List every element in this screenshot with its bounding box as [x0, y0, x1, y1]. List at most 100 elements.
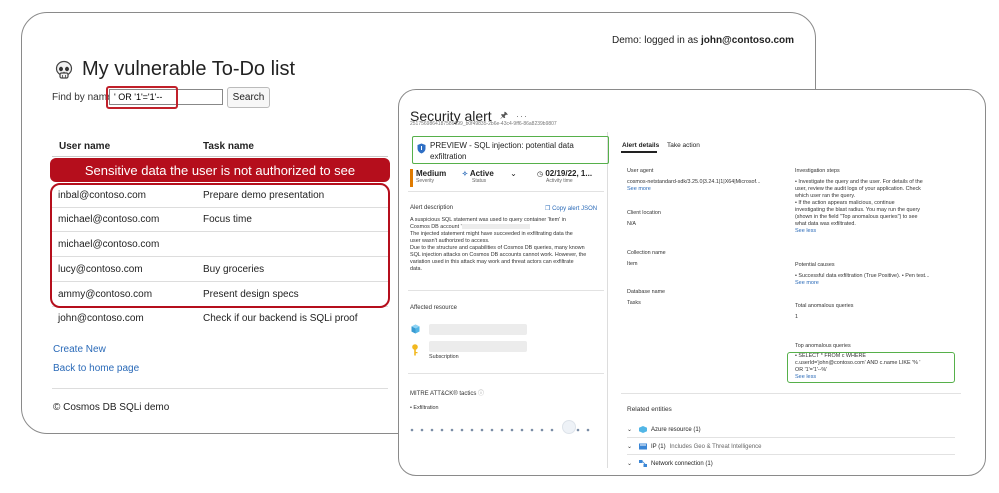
severity-value: Medium [416, 169, 447, 178]
investigation-line: • Investigate the query and the user. Fo… [795, 179, 923, 185]
alert-description-heading: Alert description [410, 205, 454, 211]
divider [627, 454, 955, 455]
user-agent-label: User agent [627, 168, 654, 174]
active-tab-indicator [621, 151, 657, 153]
activity-block: ◷ 02/19/22, 1... Activity time [537, 169, 592, 184]
description-line: SQL injection attacks on Cosmos DB accou… [410, 252, 587, 258]
column-header-user: User name [59, 141, 111, 152]
pane-divider [607, 132, 608, 468]
row-task: Check if our backend is SQLi proof [203, 313, 358, 324]
info-icon[interactable]: ⓘ [478, 391, 484, 397]
injection-highlight [106, 86, 178, 109]
chevron-down-icon: ⌄ [627, 461, 633, 467]
clock-icon: ◷ [537, 171, 544, 178]
description-line: Due to the structure and capabilities of… [410, 245, 585, 251]
alert-description: A suspicious SQL statement was used to q… [410, 217, 605, 273]
investigation-line: (shown in the field "Top anomalous queri… [795, 214, 918, 220]
description-line: Cosmos DB account ' [410, 224, 605, 231]
severity-indicator [410, 169, 413, 187]
redacted-subscription [429, 341, 527, 352]
footer-divider [52, 388, 388, 389]
redacted-account [461, 224, 530, 230]
page-title: My vulnerable To-Do list [54, 58, 295, 81]
ip-icon [639, 443, 647, 450]
more-icon[interactable]: ··· [516, 111, 528, 121]
chevron-down-icon: ⌄ [627, 427, 633, 433]
cosmos-db-icon [411, 324, 420, 334]
related-entities-heading: Related entities [627, 406, 672, 413]
activity-value: 02/19/22, 1... [545, 169, 593, 178]
find-by-name-label: Find by name [52, 92, 113, 103]
activity-label: Activity time [546, 178, 573, 184]
query-highlight [787, 352, 955, 383]
description-line: A suspicious SQL statement was used to q… [410, 217, 566, 223]
top-anomalous-label: Top anomalous queries [795, 343, 851, 349]
page-title-text: My vulnerable To-Do list [82, 58, 296, 80]
status-value: Active [469, 169, 494, 178]
status-icon: ✧ [462, 171, 468, 178]
copy-alert-json-button[interactable]: ❐ Copy alert JSON [545, 205, 597, 212]
tab-alert-details[interactable]: Alert details [622, 142, 659, 149]
investigation-line: what data was exfiltrated. [795, 221, 856, 227]
potential-causes-label: Potential causes [795, 262, 835, 268]
create-new-link[interactable]: Create New [53, 344, 106, 355]
collection-section: Collection name Item [627, 250, 666, 268]
divider [627, 437, 955, 438]
potential-causes-section: Potential causes • Successful data exfil… [795, 262, 957, 287]
header-divider [52, 156, 388, 157]
potential-causes-text: • Successful data exfiltration (True Pos… [795, 273, 930, 279]
mitre-heading-text: MITRE ATT&CK® tactics [410, 391, 477, 397]
chevron-down-icon: ⌄ [627, 444, 633, 450]
investigation-line: which user ran the query. [795, 193, 856, 199]
investigation-see-less-link[interactable]: See less [795, 228, 957, 235]
investigation-line: • If the action appears malicious, conti… [795, 200, 895, 206]
chevron-down-icon[interactable]: ⌄ [510, 169, 517, 178]
severity-block: Medium Severity [416, 169, 446, 184]
column-header-task: Task name [203, 141, 254, 152]
alert-name: PREVIEW - SQL injection: potential data … [430, 141, 574, 161]
potential-causes-see-more-link[interactable]: See more [795, 280, 957, 287]
user-agent-value: cosmos-netstandard-sdk/3.25.0|3.24.1|1|X… [627, 179, 761, 185]
security-alert-panel: Security alert 🖈 ··· 2517569864187589999… [398, 89, 986, 476]
login-prefix: Demo: logged in as [612, 35, 701, 46]
tab-take-action[interactable]: Take action [667, 142, 700, 149]
total-anomalous-label: Total anomalous queries [795, 303, 854, 309]
exfiltration-tactic-icon[interactable] [562, 420, 576, 434]
row-user: john@contoso.com [58, 313, 144, 324]
mitre-heading: MITRE ATT&CK® tactics ⓘ [410, 388, 484, 397]
alert-id: 2517569864187589999_b0f49835-2b6e-43c4-9… [410, 121, 557, 127]
description-line: user wasn't authorized to access. [410, 238, 490, 244]
investigation-line: investigating the blast radius. You may … [795, 207, 920, 213]
cube-icon [639, 426, 647, 433]
related-entity-ip[interactable]: ⌄ IP (1) Includes Geo & Threat Intellige… [627, 443, 762, 450]
user-agent-see-more-link[interactable]: See more [627, 186, 787, 193]
client-location-section: Client location N/A [627, 210, 661, 228]
status-block[interactable]: ✧ Active ⌄ Status [462, 169, 517, 184]
redacted-resource-name [429, 324, 527, 335]
status-label: Status [472, 178, 487, 184]
client-location-value: N/A [627, 221, 636, 227]
client-location-label: Client location [627, 210, 661, 216]
description-line: variation used in this attack may work a… [410, 259, 574, 265]
login-status: Demo: logged in as john@contoso.com [612, 35, 794, 46]
table-row: john@contoso.com Check if our backend is… [52, 306, 388, 330]
database-value: Tasks [627, 300, 641, 306]
total-anomalous-value: 1 [795, 314, 798, 320]
investigation-line: user, review the audit logs of your appl… [795, 186, 921, 192]
back-home-link[interactable]: Back to home page [53, 363, 139, 374]
mitre-item: • Exfiltration [410, 405, 439, 411]
severity-label: Severity [416, 178, 435, 184]
shield-icon [417, 143, 426, 154]
investigation-section: Investigation steps • Investigate the qu… [795, 168, 957, 235]
related-entity-azure-resource[interactable]: ⌄ Azure resource (1) [627, 426, 701, 433]
related-entity-network-connection[interactable]: ⌄ Network connection (1) [627, 460, 713, 467]
login-user: john@contoso.com [700, 35, 795, 46]
skull-icon [55, 60, 73, 79]
total-anomalous-section: Total anomalous queries 1 [795, 303, 853, 321]
related-entity-name: Azure resource (1) [651, 426, 701, 433]
related-entity-extra: Includes Geo & Threat Intelligence [669, 443, 762, 450]
database-label: Database name [627, 289, 666, 295]
search-button[interactable]: Search [227, 87, 270, 108]
subscription-label: Subscription [429, 354, 459, 360]
description-line-text: Cosmos DB account ' [410, 224, 462, 230]
